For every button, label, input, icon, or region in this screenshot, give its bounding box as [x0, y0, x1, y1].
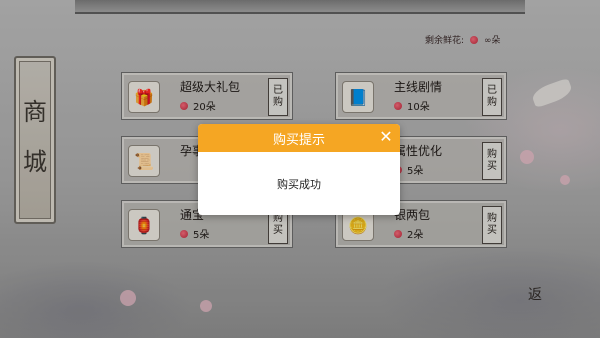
close-icon[interactable]: ✕	[378, 129, 394, 145]
purchase-dialog: 购买提示 ✕ 购买成功	[198, 124, 400, 215]
dialog-body: 购买成功	[198, 152, 400, 215]
dialog-title: 购买提示	[272, 132, 325, 148]
dialog-message: 购买成功	[277, 177, 321, 191]
dialog-header: 购买提示 ✕	[198, 124, 400, 152]
